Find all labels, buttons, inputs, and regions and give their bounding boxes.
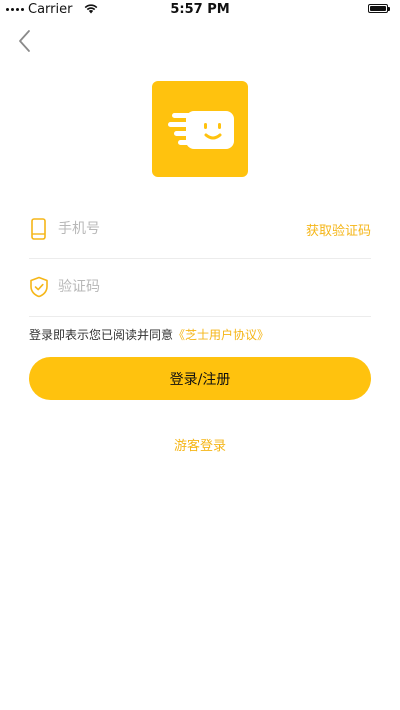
code-input[interactable]: [58, 272, 278, 302]
phone-icon: [31, 218, 46, 240]
clock: 5:57 PM: [170, 2, 230, 17]
login-register-button[interactable]: 登录/注册: [29, 357, 371, 400]
smiling-card-logo: [168, 111, 234, 149]
shield-check-icon: [30, 276, 48, 298]
phone-field-row: 获取验证码: [29, 200, 371, 259]
agreement-prefix: 登录即表示您已阅读并同意: [29, 328, 174, 342]
back-button[interactable]: [14, 28, 38, 54]
user-agreement-link[interactable]: 《芝士用户协议》: [173, 328, 269, 342]
agreement-text: 登录即表示您已阅读并同意《芝士用户协议》: [29, 326, 269, 343]
status-bar: Carrier 5:57 PM: [0, 0, 400, 20]
code-field-row: [29, 258, 371, 317]
phone-input[interactable]: [58, 214, 278, 244]
get-code-button[interactable]: 获取验证码: [306, 220, 371, 239]
battery-icon: [368, 4, 390, 13]
app-logo: [152, 81, 248, 177]
chevron-left-icon: [19, 30, 30, 52]
guest-login-link[interactable]: 游客登录: [0, 435, 400, 454]
